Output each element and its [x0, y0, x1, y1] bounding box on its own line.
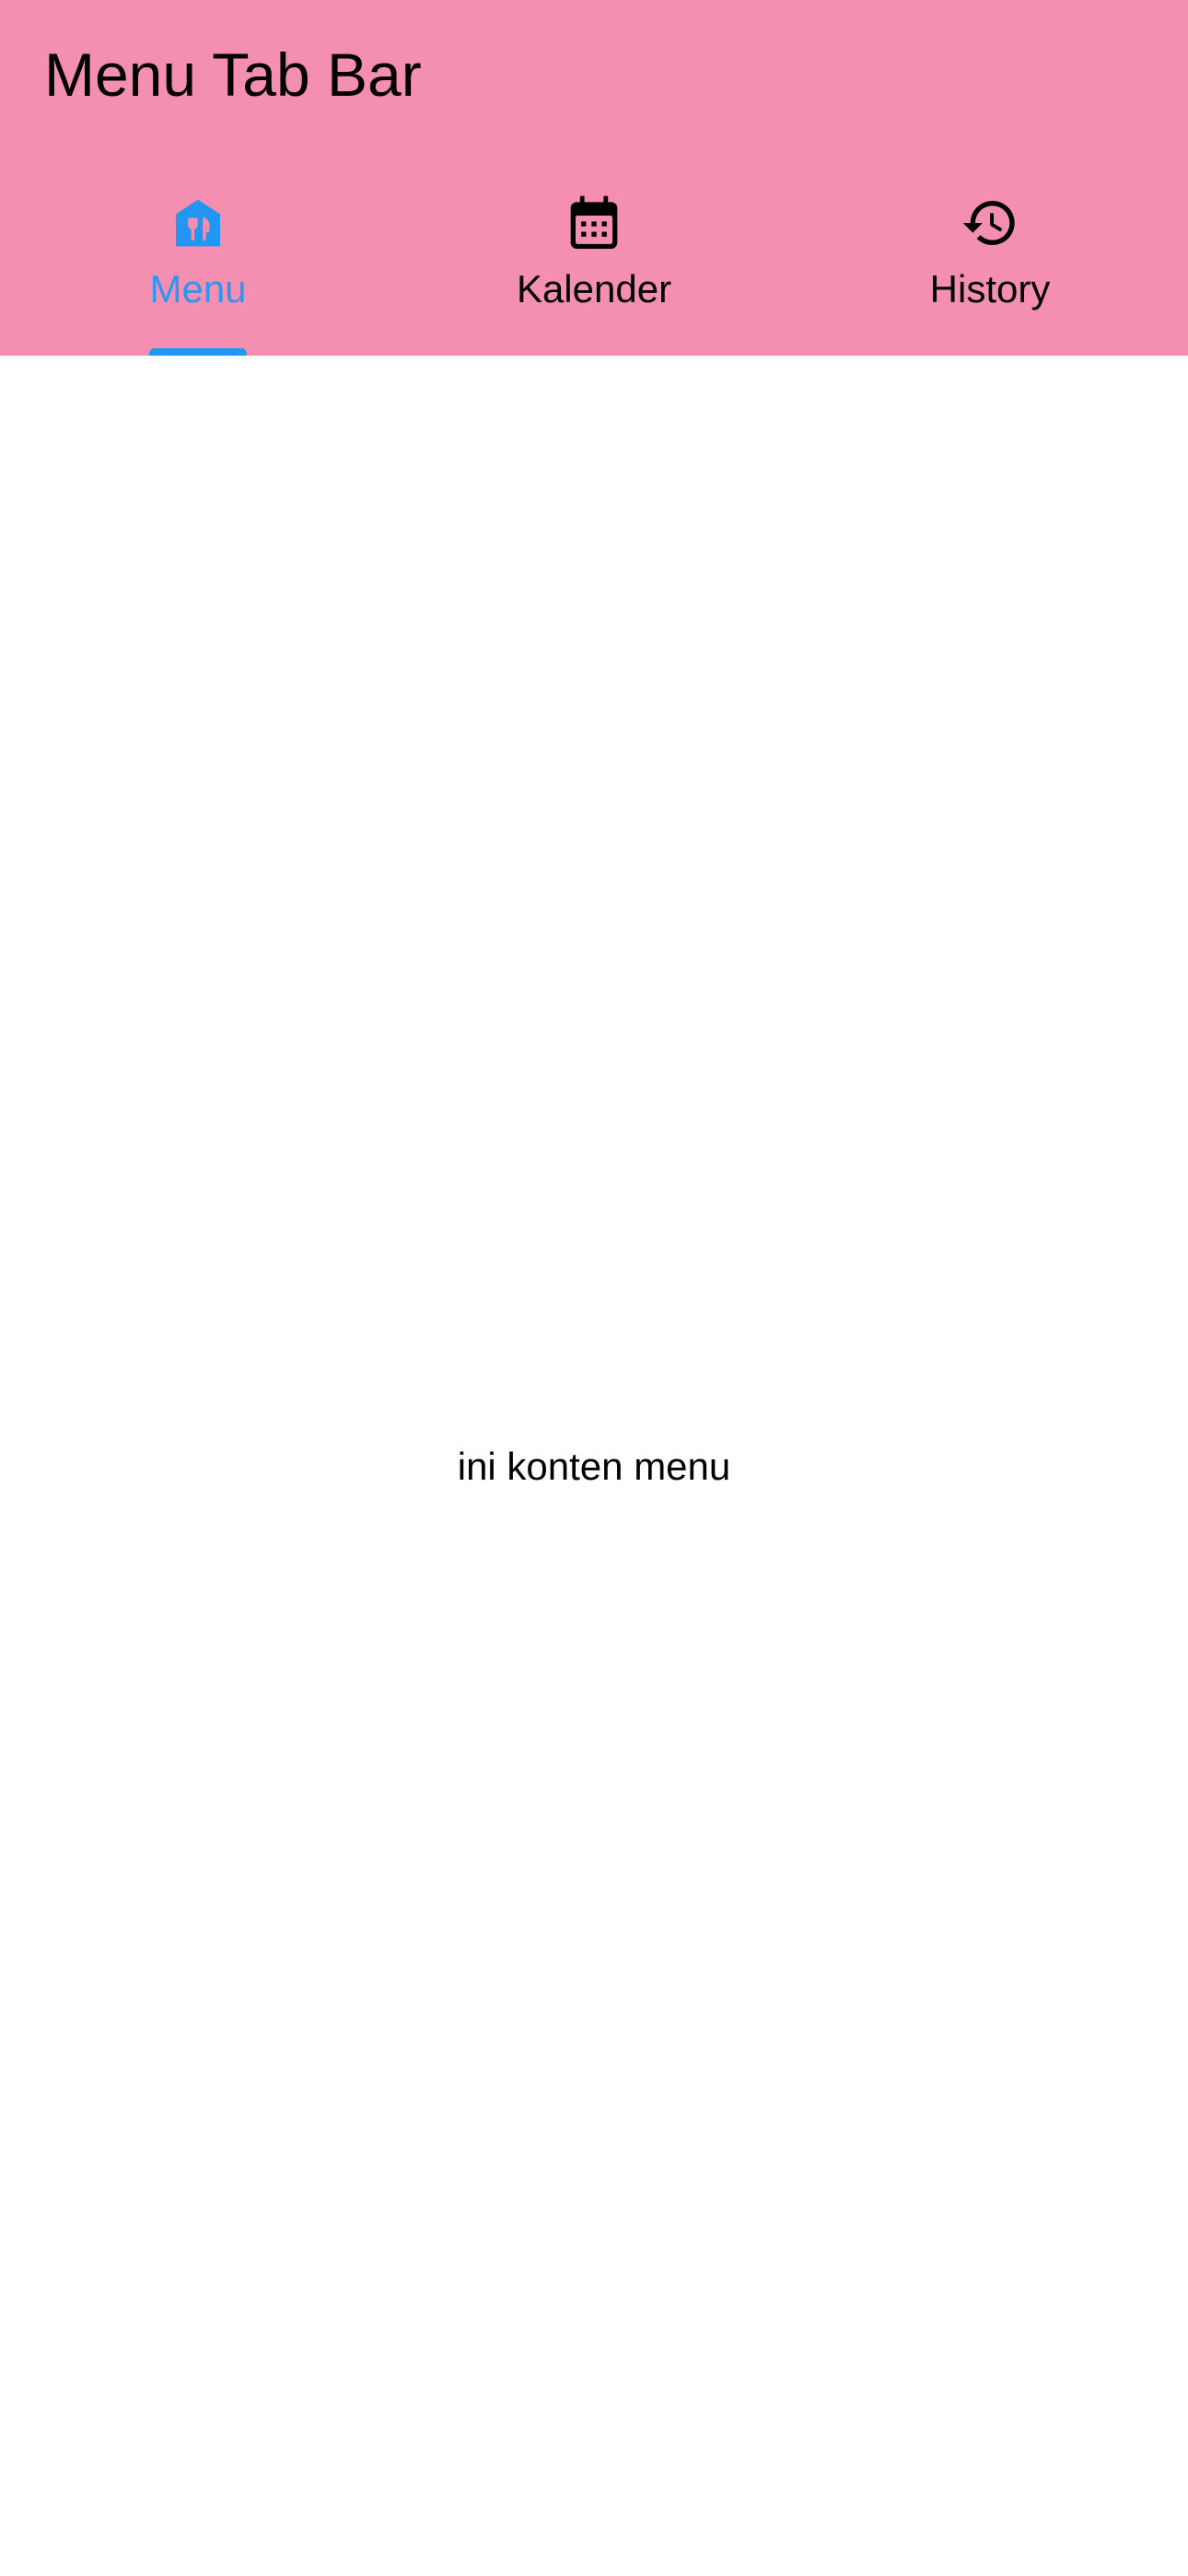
tab-menu-label: Menu — [149, 267, 247, 310]
page-title: Menu Tab Bar — [44, 41, 422, 109]
calendar-icon — [565, 193, 623, 252]
tab-kalender-label: Kalender — [516, 267, 672, 310]
app-bar: Menu Tab Bar Menu Kalender History — [0, 0, 1188, 356]
tab-kalender[interactable]: Kalender — [396, 175, 792, 356]
active-tab-indicator — [149, 348, 247, 356]
tab-history-label: History — [929, 267, 1051, 310]
tab-content-text: ini konten menu — [457, 1445, 731, 1488]
tab-menu[interactable]: Menu — [0, 175, 396, 356]
history-icon — [961, 193, 1019, 252]
tab-bar: Menu Kalender History — [0, 175, 1188, 356]
tab-history[interactable]: History — [792, 175, 1188, 356]
restaurant-house-icon — [169, 193, 227, 252]
